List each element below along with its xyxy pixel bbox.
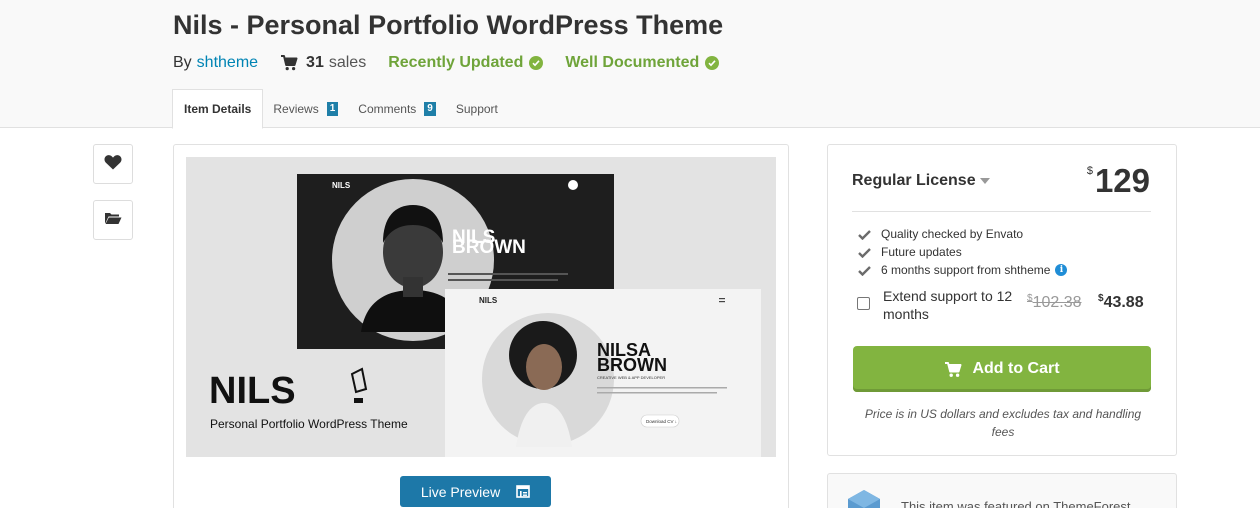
extend-support-checkbox[interactable]	[857, 297, 870, 310]
heart-icon	[104, 154, 122, 175]
price-divider	[852, 211, 1151, 212]
favorite-button[interactable]	[93, 144, 133, 184]
tab-label: Support	[455, 101, 498, 116]
currency-symbol: $	[1027, 293, 1033, 304]
preview-brand-logo: NILS	[209, 370, 296, 412]
check-icon	[529, 56, 544, 70]
license-features: Quality checked by Envato Future updates…	[858, 225, 1068, 279]
well-documented-badge: Well Documented	[565, 54, 720, 72]
currency-symbol: $	[1098, 293, 1104, 304]
dark-screen-name-2: BROWN	[452, 237, 526, 258]
preview-tagline: Personal Portfolio WordPress Theme	[210, 417, 408, 431]
check-icon	[858, 265, 871, 276]
cart-icon	[280, 54, 298, 72]
light-screen-role: CREATIVE WEB & APP DEVELOPER	[597, 375, 665, 380]
item-tabs: Item Details Reviews 1 Comments 9 Support	[172, 89, 508, 129]
extend-support-option: Extend support to 12 months $102.38 $43.…	[857, 287, 1151, 323]
featured-badge-icon	[848, 490, 880, 508]
feature-item: 6 months support from shtheme i	[858, 261, 1068, 279]
info-icon[interactable]: i	[1055, 264, 1068, 276]
check-icon	[858, 229, 871, 240]
recently-updated-label: Recently Updated	[388, 54, 524, 71]
sales-count: 31	[306, 54, 324, 71]
add-to-cart-label: Add to Cart	[972, 360, 1060, 377]
tab-reviews[interactable]: Reviews 1	[263, 89, 348, 128]
extend-support-label[interactable]: Extend support to 12 months	[883, 287, 1023, 323]
price-amount: 129	[1094, 162, 1150, 199]
light-screen-name-2: BROWN	[597, 355, 667, 375]
extend-new-price: $43.88	[1098, 293, 1144, 312]
price-currency: $	[1086, 165, 1093, 177]
feature-label: Quality checked by Envato	[881, 227, 1024, 241]
well-documented-label: Well Documented	[565, 54, 700, 71]
light-screen-brand: NILS	[479, 296, 498, 305]
extend-old-price: $102.38	[1027, 293, 1082, 312]
extend-old-amount: 102.38	[1032, 294, 1082, 311]
tab-support[interactable]: Support	[446, 89, 508, 128]
item-meta: By shtheme 31 sales Recently Updated Wel…	[173, 53, 720, 73]
by-label: By	[173, 54, 192, 71]
comments-count-badge: 9	[424, 101, 436, 116]
license-price: $ 129	[1087, 162, 1150, 200]
live-preview-label: Live Preview	[420, 483, 501, 500]
feature-item: Future updates	[858, 243, 1067, 261]
feature-label: 6 months support from shtheme	[881, 263, 1051, 277]
author-link[interactable]: shtheme	[197, 54, 258, 72]
folder-icon	[104, 211, 122, 230]
sales-label: sales	[328, 54, 367, 71]
recently-updated-badge: Recently Updated	[388, 54, 544, 72]
tab-label: Comments	[358, 101, 417, 116]
tab-label: Reviews	[273, 101, 319, 116]
featured-text: This item was featured on ThemeForest	[901, 499, 1131, 508]
feature-label: Future updates	[881, 245, 962, 259]
license-selector[interactable]: Regular License	[852, 172, 990, 190]
live-preview-button[interactable]: Live Preview	[400, 476, 551, 507]
add-to-collection-button[interactable]	[93, 200, 133, 240]
chevron-down-icon	[979, 178, 990, 184]
item-title: Nils - Personal Portfolio WordPress Them…	[173, 10, 724, 40]
light-screen-download: Download CV ↓	[646, 419, 677, 424]
feature-item: Quality checked by Envato	[858, 225, 1067, 243]
check-icon	[705, 56, 720, 70]
price-note: Price is in US dollars and excludes tax …	[864, 407, 1142, 439]
tab-comments[interactable]: Comments 9	[348, 89, 446, 128]
tab-label: Item Details	[184, 102, 252, 116]
item-header: Nils - Personal Portfolio WordPress Them…	[0, 0, 1260, 129]
add-to-cart-button[interactable]: Add to Cart	[853, 346, 1151, 392]
check-icon	[858, 247, 871, 258]
reviews-count-badge: 1	[326, 101, 339, 116]
license-label: Regular License	[852, 172, 976, 189]
layout-icon	[516, 485, 530, 498]
cart-icon	[944, 361, 962, 378]
extend-new-amount: 43.88	[1103, 294, 1144, 311]
theme-preview-image[interactable]: NILS NILS BROWN NILS NILSA BROWN CREATIV…	[186, 157, 776, 457]
tab-item-details[interactable]: Item Details	[172, 89, 264, 129]
dark-screen-brand: NILS	[332, 181, 351, 190]
